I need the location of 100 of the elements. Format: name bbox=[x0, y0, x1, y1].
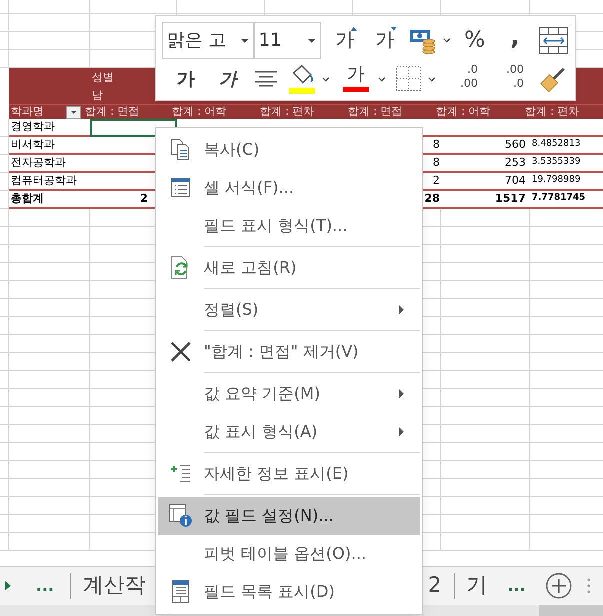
grid-cell bbox=[0, 50, 9, 68]
grid-cell bbox=[0, 263, 9, 281]
menu-item[interactable]: 값 표시 형식(A) bbox=[158, 413, 420, 451]
caret-icon[interactable] bbox=[378, 76, 386, 82]
table-cell[interactable]: 560 bbox=[441, 137, 530, 155]
column-header: 합계 : 면접 bbox=[348, 104, 403, 118]
value-cell-text: 560 bbox=[505, 136, 526, 153]
add-lines-icon bbox=[170, 464, 192, 484]
table-cell[interactable]: 8.4852813 bbox=[530, 137, 603, 155]
table-cell[interactable]: 1517 bbox=[441, 191, 530, 209]
menu-item[interactable]: 필드 표시 형식(T)... bbox=[158, 207, 420, 245]
sheet-tab[interactable]: 기 bbox=[466, 570, 488, 602]
plus-circle-icon[interactable] bbox=[546, 573, 572, 599]
grid-cell bbox=[0, 425, 9, 443]
font-name-field[interactable]: 맑은 고 bbox=[162, 22, 254, 59]
grid-cell bbox=[0, 245, 9, 263]
value-cell-text: 2 bbox=[140, 190, 148, 207]
column-item-label: 남 bbox=[91, 88, 103, 104]
grid-cell bbox=[0, 389, 9, 407]
menu-item[interactable]: 필드 목록 표시(D) bbox=[158, 573, 420, 611]
decrease-decimal-button[interactable]: .00 .0 bbox=[492, 63, 528, 95]
table-cell[interactable]: 19.798989 bbox=[530, 173, 603, 191]
caret-icon[interactable] bbox=[443, 38, 451, 43]
caret-icon[interactable] bbox=[322, 76, 330, 82]
fill-bucket-icon[interactable] bbox=[288, 64, 316, 94]
comma-button[interactable]: , bbox=[499, 24, 531, 56]
grid-cell bbox=[0, 281, 9, 299]
value-cell-text: 8 bbox=[433, 136, 440, 153]
copy-icon bbox=[171, 139, 191, 161]
row-label: 총합계 bbox=[11, 190, 44, 207]
vertical-dots-icon[interactable] bbox=[587, 578, 591, 594]
grid-cell bbox=[0, 443, 9, 461]
grid-cell bbox=[0, 353, 9, 371]
menu-item[interactable]: 피벗 테이블 옵션(O)... bbox=[158, 535, 420, 573]
bold-button[interactable]: 가 bbox=[170, 63, 202, 95]
caret-icon[interactable] bbox=[428, 76, 436, 82]
x-icon bbox=[170, 341, 192, 363]
play-arrow-icon[interactable] bbox=[4, 580, 12, 592]
submenu-arrow-icon bbox=[399, 305, 404, 315]
font-color-button[interactable]: 가 bbox=[340, 63, 372, 95]
column-header: 합계 : 어학 bbox=[436, 104, 491, 118]
column-field-label: 성별 bbox=[91, 70, 114, 86]
menu-item[interactable]: 새로 고침(R) bbox=[158, 249, 420, 287]
menu-item[interactable]: "합계 : 면접" 제거(V) bbox=[158, 333, 420, 371]
table-cell[interactable]: 3.5355339 bbox=[530, 155, 603, 173]
column-header: 합계 : 편차 bbox=[260, 104, 315, 118]
grid-cell bbox=[0, 32, 9, 50]
grid-cell bbox=[0, 479, 9, 497]
percent-button[interactable]: % bbox=[459, 24, 491, 56]
row-field-label: 학과명 bbox=[10, 104, 44, 120]
menu-item[interactable]: 값 필드 설정(N)... bbox=[158, 497, 420, 535]
sheet-tab[interactable]: 계산작 bbox=[83, 570, 146, 602]
table-cell[interactable]: 704 bbox=[441, 173, 530, 191]
value-cell-text: 253 bbox=[505, 154, 526, 171]
value-cell-text: 28 bbox=[424, 190, 440, 207]
money-coins-icon[interactable] bbox=[409, 28, 437, 54]
grid-cell bbox=[0, 227, 9, 245]
grid-cell bbox=[0, 533, 9, 551]
table-cell[interactable]: 253 bbox=[441, 155, 530, 173]
italic-button[interactable]: 가 bbox=[212, 63, 244, 95]
submenu-arrow-icon bbox=[399, 389, 404, 399]
row-label: 전자공학과 bbox=[11, 154, 66, 171]
scrollbar-thumb[interactable] bbox=[539, 605, 603, 616]
shrink-font-button[interactable]: 가 bbox=[369, 24, 401, 56]
menu-item[interactable]: 복사(C) bbox=[158, 131, 420, 169]
row-label: 경영학과 bbox=[11, 118, 55, 135]
more-tabs-link[interactable]: ... bbox=[36, 574, 54, 598]
font-size-field[interactable]: 11 bbox=[254, 22, 321, 59]
column-header: 합계 : 면접 bbox=[85, 104, 140, 118]
list-window-icon bbox=[171, 178, 191, 198]
filter-dropdown-button[interactable] bbox=[66, 106, 81, 118]
grid-cell bbox=[0, 461, 9, 479]
grid-cell bbox=[0, 173, 9, 191]
menu-item[interactable]: 정렬(S) bbox=[158, 291, 420, 329]
window-info-icon bbox=[169, 504, 193, 528]
grid-cell bbox=[0, 299, 9, 317]
more-tabs-link[interactable]: ... bbox=[508, 574, 526, 598]
row-label: 컴퓨터공학과 bbox=[11, 172, 77, 189]
column-header: 합계 : 편차 bbox=[525, 104, 580, 118]
value-cell-text: 2 bbox=[433, 172, 440, 189]
menu-item[interactable]: 값 요약 기준(M) bbox=[158, 375, 420, 413]
grid-cell bbox=[0, 137, 9, 155]
grid-cell bbox=[0, 14, 9, 32]
grid-cell bbox=[0, 407, 9, 425]
value-cell-text: 8 bbox=[433, 154, 440, 171]
increase-decimal-button[interactable]: .0 .00 bbox=[446, 63, 482, 95]
paintbrush-icon[interactable] bbox=[538, 66, 568, 92]
grid-cell bbox=[0, 515, 9, 533]
grid-cell bbox=[0, 371, 9, 389]
grid-cell bbox=[0, 209, 9, 227]
table-cell[interactable]: 7.7781745 bbox=[530, 191, 603, 209]
row-label: 비서학과 bbox=[11, 136, 55, 153]
border-grid-icon[interactable] bbox=[396, 66, 422, 92]
center-align-icon[interactable] bbox=[254, 71, 278, 87]
menu-item[interactable]: 자세한 정보 표시(E) bbox=[158, 455, 420, 493]
grid-cell bbox=[0, 119, 9, 137]
column-width-icon[interactable] bbox=[539, 26, 569, 54]
value-cell-text: 1517 bbox=[495, 190, 526, 207]
sheet-tab[interactable]: 2 bbox=[428, 570, 442, 602]
grow-font-button[interactable]: 가 bbox=[329, 24, 361, 56]
